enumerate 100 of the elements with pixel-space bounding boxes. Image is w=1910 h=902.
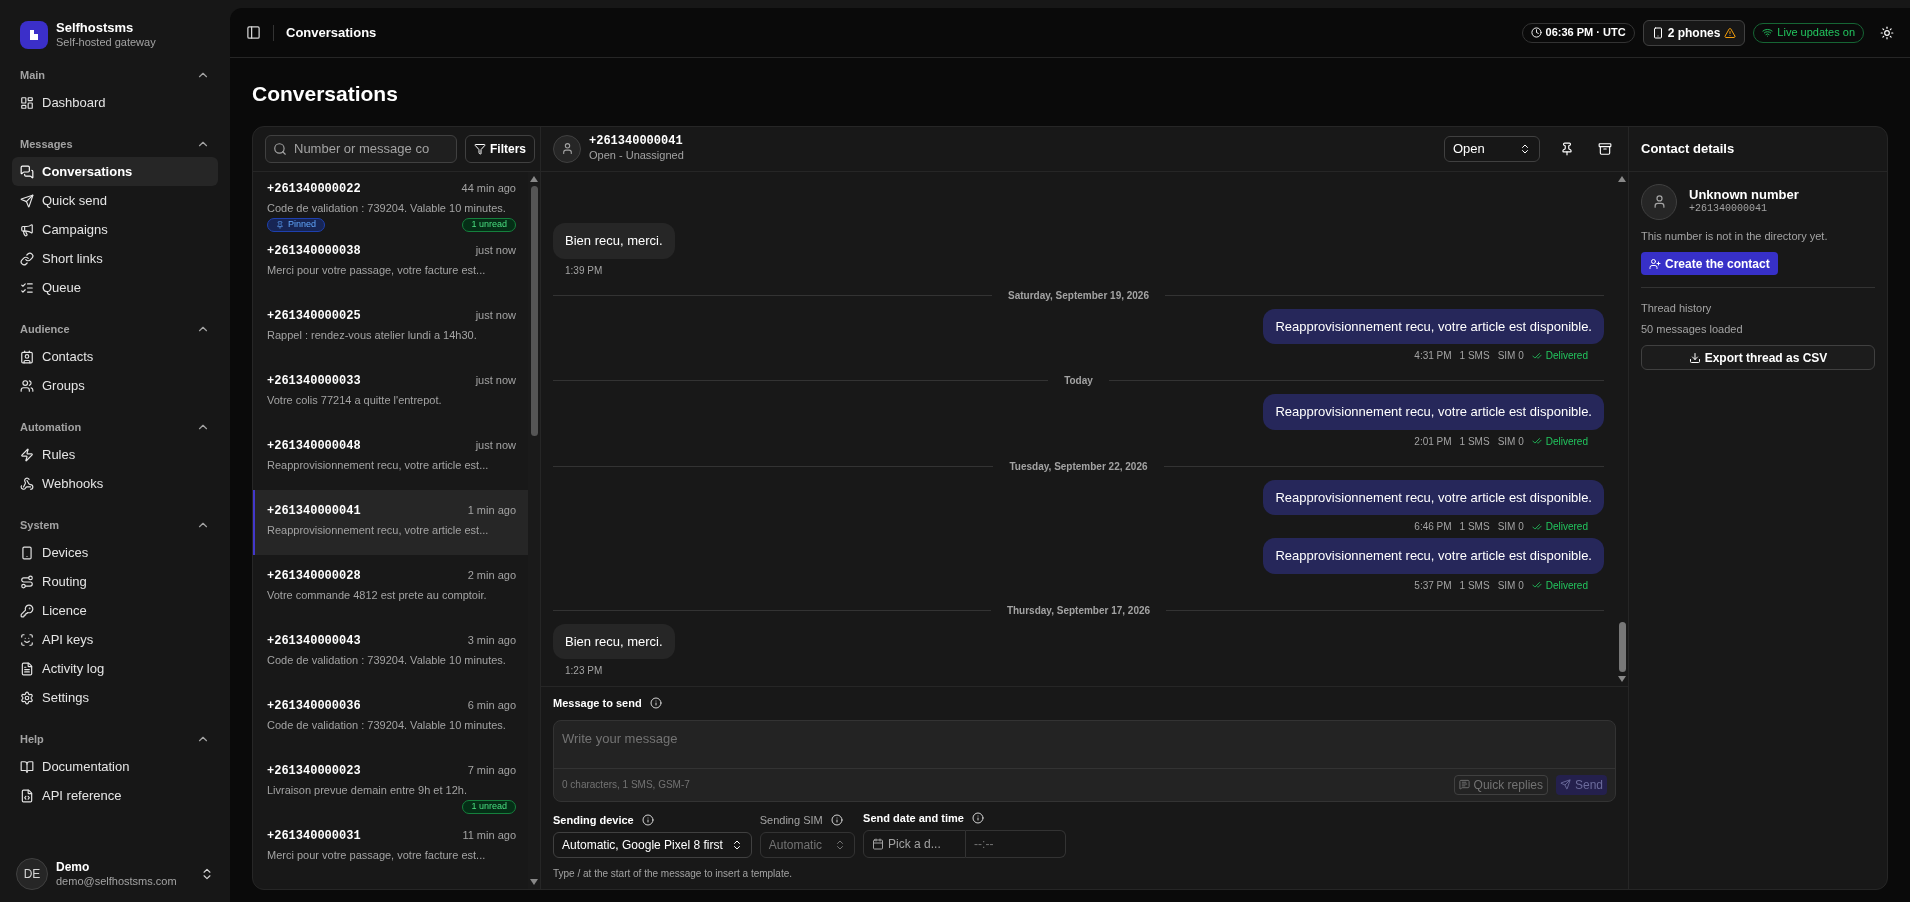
theme-icon[interactable] bbox=[1880, 25, 1894, 40]
send-icon bbox=[20, 193, 34, 208]
outgoing-message: Reapprovisionnement recu, votre article est disponible. bbox=[1263, 479, 1604, 515]
conversation-item[interactable]: +261340000023 7 min ago Livraison prevue demain entre 9h et 12h. 1 unread bbox=[253, 749, 528, 815]
sidebar-item[interactable]: Licence bbox=[12, 596, 218, 625]
message-time: 2:01 PM bbox=[1414, 434, 1452, 449]
message-parts: 1 SMS bbox=[1459, 434, 1490, 449]
unread-badge: 1 unread bbox=[462, 800, 516, 814]
conversation-item[interactable]: +261340000033 just now Votre colis 77214 a quitte l'entrepot. bbox=[253, 359, 528, 425]
scroll-down-icon[interactable] bbox=[1618, 676, 1626, 682]
sidebar-item[interactable]: API reference bbox=[12, 781, 218, 810]
create-contact-button[interactable]: Create the contact bbox=[1641, 252, 1778, 275]
unread-badge: 1 unread bbox=[462, 218, 516, 232]
face-scan-icon bbox=[20, 632, 34, 647]
status-select[interactable]: Open bbox=[1444, 135, 1540, 162]
conversation-item[interactable]: +261340000036 6 min ago Code de validation : 739204. Valable 10 minutes. bbox=[253, 684, 528, 750]
section-title: Messages bbox=[20, 136, 73, 152]
route-icon bbox=[20, 574, 34, 589]
conversation-time: 6 min ago bbox=[467, 698, 516, 714]
contact-avatar bbox=[553, 134, 581, 163]
conversation-item[interactable]: +261340000048 just now Reapprovisionnement recu, votre article est... bbox=[253, 424, 528, 490]
conversation-time: 1 min ago bbox=[467, 503, 516, 519]
conversation-time: just now bbox=[475, 373, 516, 389]
conversation-item[interactable]: +261340000025 just now Rappel : rendez-vous atelier lundi a 14h30. bbox=[253, 294, 528, 360]
filters-button[interactable]: Filters bbox=[465, 134, 535, 163]
conversation-item[interactable]: +261340000041 1 min ago Reapprovisionnement recu, votre article est... bbox=[253, 489, 528, 555]
message-time: 6:46 PM bbox=[1414, 520, 1452, 534]
sidebar-item[interactable]: Devices bbox=[12, 538, 218, 567]
filter-icon bbox=[474, 142, 486, 155]
delivery-status: Delivered bbox=[1531, 519, 1588, 534]
sidebar-item[interactable]: Documentation bbox=[12, 752, 218, 781]
outgoing-message: Reapprovisionnement recu, votre article est disponible. bbox=[1263, 538, 1604, 574]
info-icon[interactable] bbox=[830, 813, 843, 826]
search-icon bbox=[273, 141, 287, 156]
sidebar-item[interactable]: Conversations bbox=[12, 157, 218, 186]
phone-number: +261340000043 bbox=[267, 632, 361, 650]
sidebar-item[interactable]: Contacts bbox=[12, 342, 218, 371]
scrollbar-thumb[interactable] bbox=[530, 185, 538, 436]
phone-number: +261340000022 bbox=[267, 180, 361, 198]
info-icon[interactable] bbox=[641, 813, 654, 826]
sidebar-item[interactable]: Rules bbox=[12, 440, 218, 469]
outgoing-message: Reapprovisionnement recu, votre article est disponible. bbox=[1263, 394, 1604, 430]
sidebar-item[interactable]: API keys bbox=[12, 625, 218, 654]
phone-number: +261340000041 bbox=[267, 502, 361, 520]
sidebar-item[interactable]: Quick send bbox=[12, 186, 218, 215]
message-parts: 1 SMS bbox=[1459, 349, 1490, 363]
export-button[interactable]: Export thread as CSV bbox=[1641, 345, 1875, 370]
chat-subtitle: Open - Unassigned bbox=[589, 149, 684, 163]
add-user-icon bbox=[1649, 257, 1661, 270]
scroll-up-icon[interactable] bbox=[1618, 175, 1626, 182]
sidebar-item[interactable]: Webhooks bbox=[12, 469, 218, 498]
date-divider: Tuesday, September 22, 2026 bbox=[1009, 459, 1148, 474]
phone-number: +261340000031 bbox=[267, 827, 361, 845]
outgoing-message: Reapprovisionnement recu, votre article est disponible. bbox=[1263, 308, 1604, 344]
user-name: Demo bbox=[56, 859, 91, 875]
users-icon bbox=[20, 378, 34, 393]
phones-button[interactable]: 2 phones bbox=[1642, 19, 1746, 46]
sidebar-item[interactable]: Dashboard bbox=[12, 88, 218, 117]
sidebar-item[interactable]: Activity log bbox=[12, 654, 218, 683]
message-preview: Code de validation : 739204. Valable 10 minutes. bbox=[267, 717, 507, 733]
logo-icon bbox=[20, 21, 48, 49]
double-check-icon bbox=[1531, 580, 1542, 590]
message-preview: Merci pour votre passage, votre facture est... bbox=[267, 847, 487, 863]
clock-icon bbox=[1530, 27, 1542, 38]
message-preview: Merci pour votre passage, votre facture est... bbox=[267, 262, 487, 278]
scroll-up-icon[interactable] bbox=[530, 175, 538, 182]
sidebar-item[interactable]: Routing bbox=[12, 567, 218, 596]
sidebar-toggle-icon[interactable] bbox=[246, 25, 261, 40]
conversation-time: 11 min ago bbox=[462, 828, 516, 844]
conversation-item[interactable]: +261340000043 3 min ago Code de validation : 739204. Valable 10 minutes. bbox=[253, 619, 528, 685]
info-icon[interactable] bbox=[649, 697, 662, 710]
pin-icon[interactable] bbox=[1560, 141, 1574, 156]
conversation-item[interactable]: +261340000038 just now Merci pour votre passage, votre facture est... bbox=[253, 229, 528, 295]
device-select[interactable]: Automatic, Google Pixel 8 first bbox=[553, 832, 752, 858]
scrollbar-thumb[interactable] bbox=[1618, 622, 1626, 672]
calendar-icon bbox=[872, 838, 885, 850]
phone-number: +261340000036 bbox=[267, 697, 361, 715]
info-icon[interactable] bbox=[971, 811, 984, 824]
date-picker[interactable]: Pick a d... bbox=[863, 830, 967, 858]
time-field[interactable]: --:-- bbox=[966, 830, 1067, 858]
sidebar-item[interactable]: Queue bbox=[12, 273, 218, 302]
sidebar-item[interactable]: Settings bbox=[12, 683, 218, 712]
conversation-item[interactable]: +261340000022 44 min ago Code de validation : 739204. Valable 10 minutes. Pinned 1 unread bbox=[253, 171, 528, 230]
message-textarea[interactable]: Write your message bbox=[554, 720, 1615, 769]
sidebar-item[interactable]: Campaigns bbox=[12, 215, 218, 244]
brand-name: Selfhostsms bbox=[56, 20, 135, 37]
conversation-item[interactable]: +261340000028 2 min ago Votre commande 4812 est prete au comptoir. bbox=[253, 554, 528, 620]
contact-avatar bbox=[1641, 183, 1677, 220]
avatar: DE bbox=[16, 858, 48, 890]
scroll-down-icon[interactable] bbox=[530, 879, 538, 885]
sidebar-item[interactable]: Short links bbox=[12, 244, 218, 273]
message-time: 1:23 PM bbox=[565, 664, 603, 678]
sidebar-item[interactable]: Groups bbox=[12, 371, 218, 400]
directory-note: This number is not in the directory yet. bbox=[1641, 228, 1829, 244]
search-field[interactable]: Number or message co bbox=[265, 134, 457, 163]
archive-icon[interactable] bbox=[1598, 141, 1612, 156]
conversation-item[interactable]: +261340000031 11 min ago Merci pour votre passage, votre facture est... bbox=[253, 814, 528, 880]
message-preview: Votre commande 4812 est prete au comptoir. bbox=[267, 587, 488, 603]
document-icon bbox=[20, 661, 34, 676]
phone-number: +261340000048 bbox=[267, 437, 361, 455]
